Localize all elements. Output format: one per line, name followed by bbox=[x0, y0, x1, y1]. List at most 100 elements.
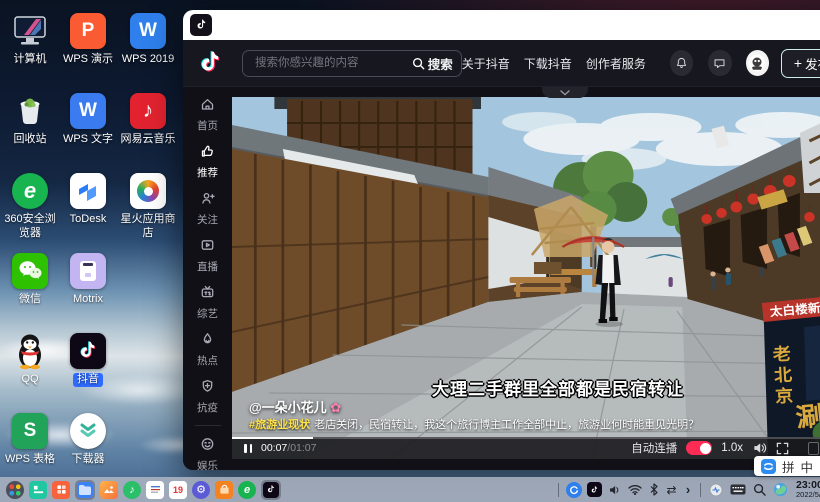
video-player[interactable]: 太白楼新品 老北京 涮 大理二手群里全部都是民宿转让 @一朵小花儿 ✿ #旅游业… bbox=[232, 97, 820, 459]
partial-control-icon[interactable] bbox=[808, 441, 819, 455]
desktop-icon-computer[interactable]: 计算机 bbox=[0, 12, 60, 67]
motrix-icon bbox=[70, 253, 106, 289]
hashtag[interactable]: #旅游业现状 bbox=[249, 419, 310, 431]
launcher-icon[interactable] bbox=[6, 480, 24, 499]
file-manager-icon bbox=[77, 481, 93, 498]
notification-button[interactable] bbox=[669, 50, 694, 76]
search-button[interactable]: 搜索 bbox=[412, 54, 453, 73]
desktop-icon-wechat[interactable]: 微信 bbox=[0, 252, 60, 307]
douyin-active[interactable] bbox=[261, 479, 281, 500]
collapse-tab[interactable] bbox=[542, 87, 588, 98]
speed-button[interactable]: 1.0x bbox=[721, 442, 743, 454]
video-caption: #旅游业现状 老店关闭，民宿转让，我这个旅行博主工作全部中止，旅游业何时能重见光明… bbox=[249, 419, 700, 431]
ime-pinyin[interactable]: 拼 bbox=[782, 457, 795, 476]
desktop-icon-todesk[interactable]: ToDesk bbox=[58, 172, 118, 227]
desktop-icon-browser-360[interactable]: e 360安全浏览器 bbox=[0, 172, 60, 241]
browser-360-taskbar-icon[interactable]: e bbox=[238, 480, 256, 499]
desktop-icon-wps-2019[interactable]: W WPS 2019 bbox=[118, 12, 178, 67]
douyin-logo bbox=[201, 51, 220, 72]
volume-button[interactable] bbox=[752, 441, 767, 455]
spark-store-icon bbox=[130, 173, 166, 209]
tv-icon bbox=[201, 285, 214, 298]
shield-plus-icon bbox=[202, 379, 213, 392]
desktop-icon-qq[interactable]: QQ bbox=[0, 332, 60, 387]
downloader-icon bbox=[70, 413, 106, 449]
sogou-icon bbox=[761, 458, 776, 474]
tray-separator-2 bbox=[700, 482, 701, 497]
chevron-down-icon bbox=[560, 89, 570, 96]
douyin-taskbar-icon bbox=[263, 481, 279, 498]
link-creator-services[interactable]: 创作者服务 bbox=[586, 55, 646, 72]
control-center-icon[interactable]: ⚙ bbox=[192, 480, 210, 499]
desktop-icon-recycle-bin[interactable]: 回收站 bbox=[0, 92, 60, 147]
keyboard-icon[interactable] bbox=[729, 481, 747, 499]
todesk-tray-icon[interactable] bbox=[566, 481, 582, 498]
window-titlebar[interactable] bbox=[183, 10, 820, 40]
user-avatar[interactable] bbox=[745, 50, 769, 76]
publish-button[interactable]: + 发布 bbox=[781, 48, 820, 78]
desktop-icon-douyin[interactable]: 抖音 bbox=[58, 332, 118, 387]
input-method-bar[interactable]: 拼 中 ☽ bbox=[754, 456, 820, 476]
sidebar: 首页 推荐 关注 直播 综艺 热点 抗疫 娱乐 bbox=[183, 87, 232, 470]
live-icon bbox=[201, 240, 214, 250]
terminal-icon[interactable] bbox=[29, 480, 47, 499]
search-tray-icon[interactable] bbox=[752, 481, 767, 499]
photos-icon[interactable] bbox=[100, 480, 118, 499]
desktop-icon-downloader[interactable]: 下载器 bbox=[58, 412, 118, 467]
desktop-icon-motrix[interactable]: Motrix bbox=[58, 252, 118, 307]
app-store-icon[interactable] bbox=[215, 480, 233, 499]
fullscreen-button[interactable] bbox=[776, 442, 789, 455]
link-about-douyin[interactable]: 关于抖音 bbox=[462, 55, 510, 72]
sidebar-item-recommend[interactable]: 推荐 bbox=[183, 139, 232, 186]
app-grid-icon[interactable] bbox=[52, 480, 70, 499]
sidebar-item-anti-epidemic[interactable]: 抗疫 bbox=[183, 374, 232, 421]
ime-lang[interactable]: 中 bbox=[801, 457, 814, 476]
recycle-bin-icon bbox=[11, 92, 49, 130]
text-editor-icon[interactable] bbox=[146, 480, 164, 499]
sidebar-item-home[interactable]: 首页 bbox=[183, 92, 232, 139]
sidebar-item-live[interactable]: 直播 bbox=[183, 233, 232, 280]
progress-bar[interactable] bbox=[232, 437, 820, 439]
sidebar-divider bbox=[194, 425, 221, 426]
pause-button[interactable] bbox=[244, 443, 252, 453]
time-display: 00:07/01:07 bbox=[261, 442, 317, 454]
flower-emoji: ✿ bbox=[330, 400, 342, 415]
network-arrows-icon[interactable]: ⇄ bbox=[665, 481, 678, 499]
volume-tray-icon[interactable] bbox=[607, 481, 622, 499]
calendar-icon[interactable]: 19 bbox=[169, 480, 187, 499]
sidebar-item-trending[interactable]: 热点 bbox=[183, 327, 232, 374]
bluetooth-icon[interactable] bbox=[648, 481, 660, 499]
clock[interactable]: 23:00 2022/5/1 bbox=[796, 480, 820, 499]
sidebar-item-variety[interactable]: 综艺 bbox=[183, 280, 232, 327]
video-username[interactable]: @一朵小花儿 ✿ bbox=[249, 397, 341, 416]
wifi-icon[interactable] bbox=[627, 481, 643, 499]
search-input[interactable] bbox=[253, 56, 412, 70]
file-manager-active[interactable] bbox=[75, 479, 95, 500]
desktop-icon-wps-writer[interactable]: W WPS 文字 bbox=[58, 92, 118, 147]
expand-chevron-icon[interactable]: › bbox=[683, 481, 693, 499]
qq-icon bbox=[11, 332, 49, 370]
speaker-icon bbox=[754, 443, 767, 453]
fullscreen-icon bbox=[776, 442, 789, 454]
desktop-icon-spark-store[interactable]: 星火应用商店 bbox=[118, 172, 178, 241]
messages-button[interactable] bbox=[708, 50, 732, 76]
screen-recorder-icon[interactable] bbox=[708, 481, 724, 499]
link-download-douyin[interactable]: 下载抖音 bbox=[524, 55, 572, 72]
sidebar-item-entertainment[interactable]: 娱乐 bbox=[183, 432, 232, 470]
sidebar-item-follow[interactable]: 关注 bbox=[183, 186, 232, 233]
taskbar: ♪ 19 ⚙ e ⇄ › 23:00 2022/5/1 bbox=[0, 477, 820, 502]
weather-icon[interactable] bbox=[772, 481, 788, 499]
search-box: 搜索 bbox=[242, 49, 462, 77]
desktop-icon-netease-music[interactable]: ♪ 网易云音乐 bbox=[118, 92, 178, 147]
selected-icon-label: 抖音 bbox=[73, 373, 103, 387]
browser-360-icon: e bbox=[12, 173, 48, 209]
wps-spreadsheet-icon: S bbox=[12, 413, 48, 449]
music-icon[interactable]: ♪ bbox=[123, 480, 141, 499]
autoplay-toggle[interactable] bbox=[686, 441, 713, 455]
douyin-tray-icon[interactable] bbox=[587, 482, 602, 497]
desktop-icon-wps-spreadsheet[interactable]: S WPS 表格 bbox=[0, 412, 60, 467]
plus-icon: + bbox=[793, 55, 803, 71]
desktop-icon-wps-presentation[interactable]: P WPS 演示 bbox=[58, 12, 118, 67]
wechat-icon bbox=[12, 253, 48, 289]
netease-music-icon: ♪ bbox=[130, 93, 166, 129]
